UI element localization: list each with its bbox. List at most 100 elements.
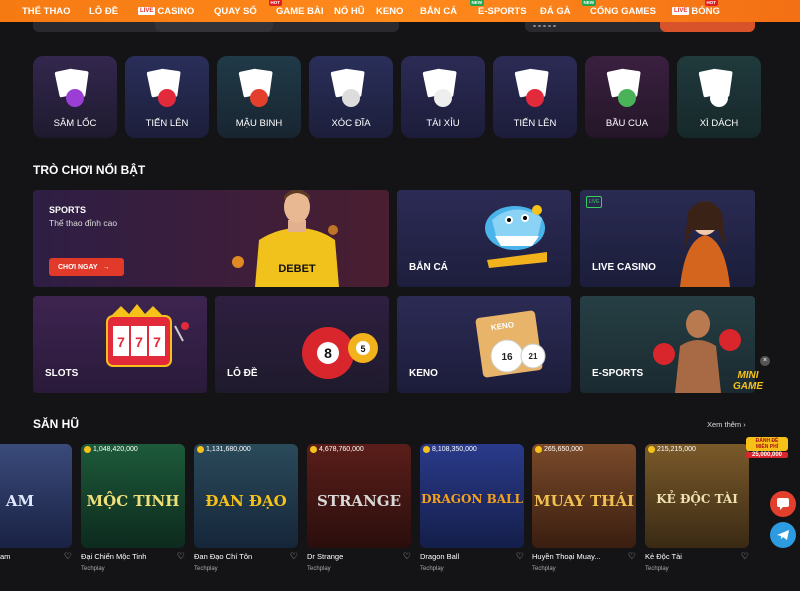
carousel-dots[interactable]: [533, 25, 556, 27]
jackpot-game-card[interactable]: 1,048,420,000 MỘC TINH Đại Chiến Mộc Tinh T…: [81, 444, 185, 572]
category-sam-loc[interactable]: SÂM LỐC: [33, 56, 117, 138]
nav-item-6[interactable]: KENO: [376, 0, 420, 22]
jackpot-value: 4,678,760,000: [319, 446, 364, 453]
game-art-title: MỘC TINH: [86, 492, 180, 510]
game-thumbnail[interactable]: 265,650,000 MUAY THÁI: [532, 444, 636, 548]
jackpot-game-card[interactable]: 4,678,760,000 STRANGE Dr Strange Techplay ♡: [307, 444, 411, 572]
nav-item-label: KENO: [376, 5, 404, 17]
nav-item-label: E-SPORTS: [478, 5, 527, 17]
mau-binh-icon: [231, 66, 287, 110]
favorite-heart-icon[interactable]: ♡: [403, 551, 411, 562]
nav-item-1[interactable]: LÔ ĐỀ: [89, 0, 138, 22]
nav-item-2[interactable]: LIVE CASINO: [138, 0, 214, 22]
game-name[interactable]: Huyền Thoại Muay...: [532, 552, 601, 561]
game-thumbnail[interactable]: 1,131,680,000 ĐAN ĐẠO: [194, 444, 298, 548]
jackpot-value: 1,131,680,000: [206, 446, 251, 453]
telegram-icon: [777, 530, 789, 540]
jackpot-value: 8,108,350,000: [432, 446, 477, 453]
slots-label: SLOTS: [45, 368, 79, 379]
game-category-row: SÂM LỐC TIẾN LÊN MẬU BINH XÓC ĐĨA TÀI XỈU TIẾ…: [33, 56, 761, 138]
lode-ball-2: 5: [360, 344, 365, 354]
chat-button[interactable]: [770, 491, 796, 517]
category-xoc-dia[interactable]: XÓC ĐĨA: [309, 56, 393, 138]
category-label: TIẾN LÊN: [145, 118, 189, 129]
favorite-heart-icon[interactable]: ♡: [64, 551, 72, 562]
tile-live-casino[interactable]: LIVE LIVE CASINO: [580, 190, 755, 287]
game-thumbnail[interactable]: 8,108,350,000 DRAGON BALL: [420, 444, 524, 548]
tien-len-chips-icon: [507, 66, 563, 110]
nav-item-8[interactable]: E-SPORTS: [478, 0, 540, 22]
game-name[interactable]: Dr Strange: [307, 552, 343, 561]
game-thumbnail[interactable]: AM: [0, 444, 72, 548]
game-provider: Techplay: [420, 566, 444, 572]
tile-keno[interactable]: KENO 16 21 KENO: [397, 296, 571, 393]
chevron-right-icon: ›: [743, 420, 746, 429]
game-name[interactable]: Dragon Ball: [420, 552, 459, 561]
keno-ball-2: 21: [529, 352, 538, 361]
game-thumbnail[interactable]: 4,678,760,000 STRANGE: [307, 444, 411, 548]
jackpot-game-card[interactable]: 8,108,350,000 DRAGON BALL Dragon Ball Techp…: [420, 444, 524, 572]
game-name[interactable]: Kẻ Độc Tài: [645, 552, 682, 561]
favorite-heart-icon[interactable]: ♡: [290, 551, 298, 562]
favorite-heart-icon[interactable]: ♡: [741, 551, 749, 562]
nav-item-11[interactable]: LIVE BÓNG HOT: [672, 0, 720, 22]
footballer-image: DEBET: [232, 190, 339, 287]
game-art-title: MUAY THÁI: [533, 492, 635, 510]
nav-badge: HOT: [704, 0, 718, 6]
category-tien-len[interactable]: TIẾN LÊN: [125, 56, 209, 138]
view-more-link[interactable]: Xem thêm ›: [707, 420, 746, 429]
game-provider: Techplay: [307, 566, 331, 572]
favorite-heart-icon[interactable]: ♡: [177, 551, 185, 562]
svg-text:7: 7: [117, 334, 125, 350]
telegram-button[interactable]: [770, 522, 796, 548]
nav-item-3[interactable]: QUAY SỐ HOT: [214, 0, 282, 22]
tien-len-icon: [139, 66, 195, 110]
jackpot-game-card[interactable]: 215,215,000 KẺ ĐỘC TÀI Kẻ Độc Tài Techplay ♡: [645, 444, 749, 572]
nav-item-4[interactable]: GAME BÀI: [276, 0, 334, 22]
jackpot-game-card[interactable]: AM am ♡: [0, 444, 72, 561]
game-art-title: ĐAN ĐẠO: [205, 492, 287, 510]
game-art-title: STRANGE: [316, 492, 402, 510]
close-icon[interactable]: ×: [760, 356, 770, 366]
tile-ban-ca[interactable]: BẮN CÁ: [397, 190, 571, 287]
free-lottery-promo[interactable]: ĐÁNH ĐỀ MIỄN PHÍ 25,000,000: [746, 437, 788, 471]
nav-item-10[interactable]: CỔNG GAMES: [590, 0, 672, 22]
favorite-heart-icon[interactable]: ♡: [628, 551, 636, 562]
game-name[interactable]: am: [0, 552, 10, 561]
game-thumbnail[interactable]: 1,048,420,000 MỘC TINH: [81, 444, 185, 548]
favorite-heart-icon[interactable]: ♡: [516, 551, 524, 562]
category-tai-xiu[interactable]: TÀI XỈU: [401, 56, 485, 138]
svg-text:7: 7: [153, 334, 161, 350]
nav-item-label: QUAY SỐ: [214, 5, 257, 17]
tile-slots[interactable]: 7 7 7 SLOTS: [33, 296, 207, 393]
game-art-title: KẺ ĐỘC TÀI: [656, 492, 738, 506]
nav-item-label: BÓNG: [691, 5, 720, 17]
game-thumbnail[interactable]: 215,215,000 KẺ ĐỘC TÀI: [645, 444, 749, 548]
jackpot-title: SĂN HŨ: [33, 417, 80, 431]
nav-item-5[interactable]: NỔ HŨ: [334, 0, 376, 22]
category-bau-cua[interactable]: BẦU CUA: [585, 56, 669, 138]
nav-item-7[interactable]: BẮN CÁ NEW: [420, 0, 484, 22]
nav-item-label: GAME BÀI: [276, 5, 324, 17]
category-xi-dach[interactable]: XÌ DÁCH: [677, 56, 761, 138]
coin-icon: [197, 446, 204, 453]
tile-sports[interactable]: SPORTS Thể thao đỉnh cao CHƠI NGAY → DEB…: [33, 190, 389, 287]
jackpot-game-card[interactable]: 265,650,000 MUAY THÁI Huyền Thoại Muay... T…: [532, 444, 636, 572]
category-tien-len-chips[interactable]: TIẾN LÊN: [493, 56, 577, 138]
tile-lo-de[interactable]: 8 5 LÔ ĐỀ: [215, 296, 389, 393]
tai-xiu-icon: [415, 66, 471, 110]
nav-item-9[interactable]: ĐÁ GÀ NEW: [540, 0, 596, 22]
nav-item-label: BẮN CÁ: [420, 5, 457, 17]
jackpot-amount: 4,678,760,000: [310, 446, 364, 453]
game-name[interactable]: Đại Chiến Mộc Tinh: [81, 552, 146, 561]
banner-strip-right-accent: [660, 22, 755, 32]
live-casino-label: LIVE CASINO: [592, 262, 656, 273]
nav-item-0[interactable]: THỂ THAO: [22, 0, 89, 22]
sam-loc-icon: [47, 66, 103, 110]
game-name[interactable]: Đan Đạo Chí Tôn: [194, 552, 252, 561]
mini-game-widget[interactable]: × MINI GAME: [724, 356, 772, 404]
coin-icon: [310, 446, 317, 453]
category-label: TÀI XỈU: [426, 118, 460, 129]
jackpot-game-card[interactable]: 1,131,680,000 ĐAN ĐẠO Đan Đạo Chí Tôn Techp…: [194, 444, 298, 572]
category-mau-binh[interactable]: MẬU BINH: [217, 56, 301, 138]
